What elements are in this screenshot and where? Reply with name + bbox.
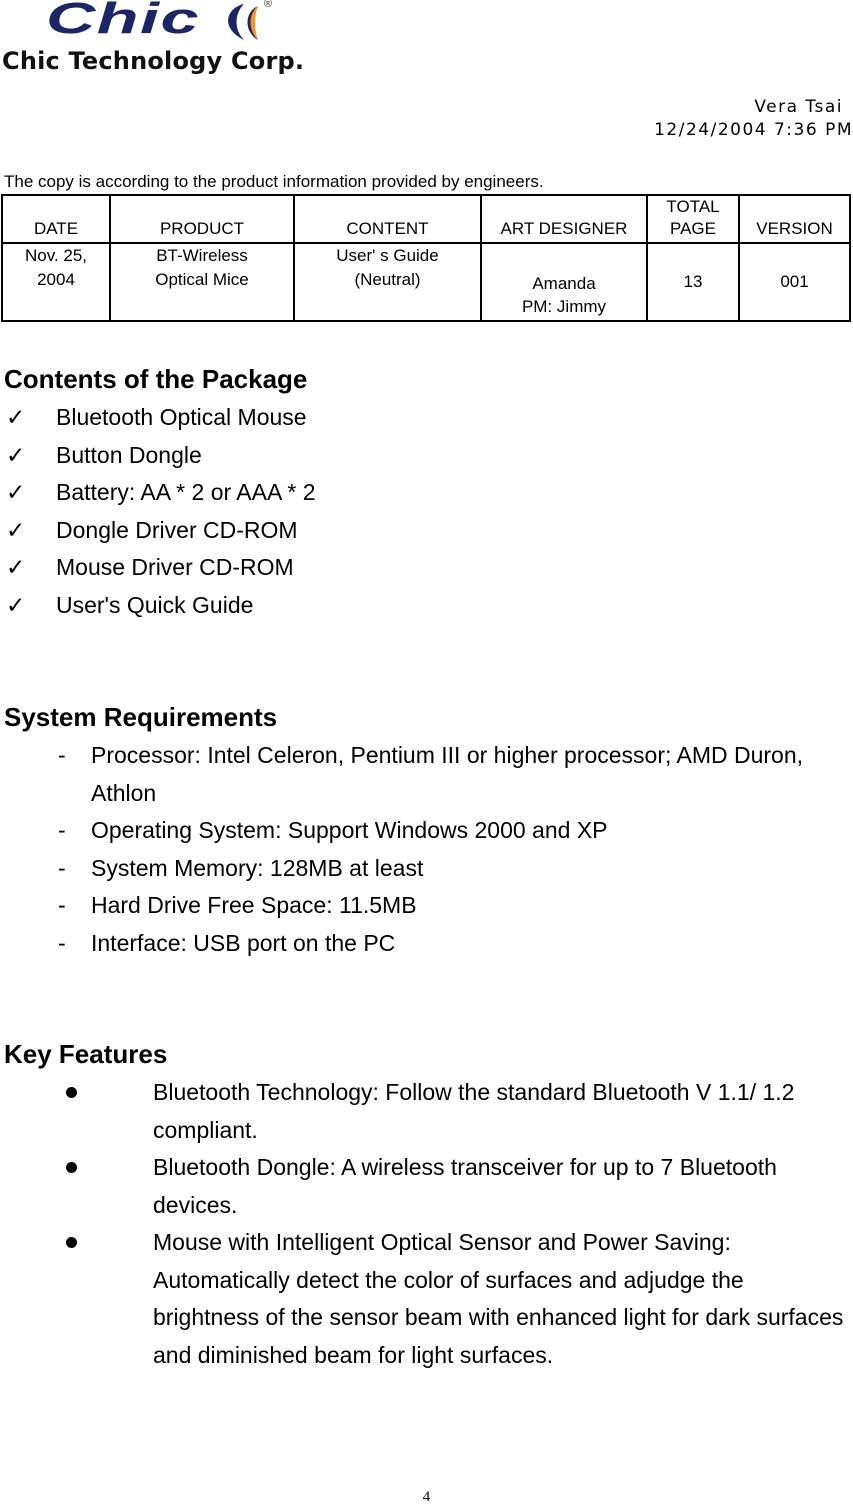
col-product: PRODUCT [109, 194, 295, 244]
list-item: Bluetooth Technology: Follow the standar… [0, 1074, 853, 1149]
item-text: System Memory: 128MB at least [91, 854, 424, 881]
author-name: Vera Tsai [754, 97, 843, 117]
content-line1: User' s Guide [336, 246, 439, 265]
item-text: Bluetooth Optical Mouse [56, 404, 307, 430]
list-item: - Processor: Intel Celeron, Pentium III o… [0, 737, 811, 812]
list-item: - System Memory: 128MB at least [0, 850, 811, 888]
section-title-requirements: System Requirements [4, 702, 278, 732]
product-line2: Optical Mice [155, 270, 249, 289]
item-text: Operating System: Support Windows 2000 a… [91, 817, 608, 843]
list-item: ✓ Dongle Driver CD-ROM [6, 512, 316, 550]
list-item: ✓ Button Dongle [6, 437, 316, 475]
cell-content: User' s Guide (Neutral) [293, 242, 482, 322]
check-icon: ✓ [6, 404, 26, 430]
bullet-dot-icon [66, 1087, 77, 1098]
dash-bullet: - [58, 929, 66, 956]
item-text: Processor: Intel Celeron, Pentium III or… [91, 742, 804, 806]
cell-product: BT-Wireless Optical Mice [109, 242, 295, 322]
cell-art-designer: Amanda PM: Jimmy [480, 242, 648, 322]
item-text: Battery: AA * 2 or AAA * 2 [56, 479, 316, 505]
copy-note: The copy is according to the product inf… [4, 172, 544, 191]
product-line1: BT-Wireless [156, 246, 248, 265]
list-item: - Operating System: Support Windows 2000 … [0, 812, 811, 850]
list-item: Bluetooth Dongle: A wireless transceiver… [0, 1149, 853, 1224]
total-page-value: 13 [683, 272, 703, 291]
package-list: ✓ Bluetooth Optical Mouse ✓ Button Dongle … [6, 399, 316, 624]
list-item: Mouse with Intelligent Optical Sensor an… [0, 1224, 853, 1374]
bullet-dot-icon [66, 1162, 77, 1173]
cell-version: 001 [738, 242, 851, 322]
section-title-package: Contents of the Package [4, 364, 308, 394]
bullet-dot-icon [66, 1237, 77, 1248]
check-icon: ✓ [6, 516, 26, 543]
date-line2: 2004 [37, 270, 75, 289]
check-icon: ✓ [6, 441, 26, 468]
col-total-line1: TOTAL [666, 197, 720, 216]
col-content: CONTENT [293, 194, 482, 244]
registered-mark: ® [264, 0, 273, 10]
dash-bullet: - [58, 892, 66, 918]
cell-total-page: 13 [646, 242, 740, 322]
list-item: - Hard Drive Free Space: 11.5MB [0, 887, 811, 925]
item-text: Dongle Driver CD-ROM [56, 516, 298, 543]
item-text: Mouse Driver CD-ROM [56, 554, 294, 580]
dash-bullet: - [58, 817, 66, 843]
list-item: ✓ Battery: AA * 2 or AAA * 2 [6, 474, 316, 512]
check-icon: ✓ [6, 479, 26, 505]
item-text: Button Dongle [56, 441, 202, 468]
item-text: Hard Drive Free Space: 11.5MB [91, 892, 417, 918]
requirements-list: - Processor: Intel Celeron, Pentium III o… [0, 737, 811, 962]
document-info-table: DATE PRODUCT CONTENT ART DESIGNER TOTAL … [1, 194, 851, 322]
dash-bullet: - [58, 742, 66, 768]
company-logo: Chic ® Chic Technology Corp. [0, 0, 330, 84]
check-icon: ✓ [6, 554, 26, 580]
logo-wordmark: Chic [46, 0, 201, 43]
list-item: ✓ Mouse Driver CD-ROM [6, 549, 316, 587]
company-name: Chic Technology Corp. [2, 47, 305, 75]
dash-bullet: - [58, 854, 66, 881]
section-title-features: Key Features [4, 1039, 168, 1069]
item-text: Interface: USB port on the PC [91, 929, 396, 956]
cell-date: Nov. 25, 2004 [1, 242, 111, 322]
list-item: ✓ User's Quick Guide [6, 587, 316, 625]
date-line1: Nov. 25, [24, 246, 88, 265]
page-number: 4 [422, 1489, 431, 1505]
item-text: Bluetooth Dongle: A wireless transceiver… [153, 1154, 777, 1218]
item-text: User's Quick Guide [56, 591, 254, 618]
col-total-page: TOTAL PAGE [646, 194, 740, 244]
col-total-line2: PAGE [670, 219, 716, 238]
table-row: Nov. 25, 2004 BT-Wireless Optical Mice U… [1, 242, 851, 322]
content-line2: (Neutral) [354, 270, 421, 289]
item-text: Bluetooth Technology: Follow the standar… [153, 1079, 795, 1143]
list-item: ✓ Bluetooth Optical Mouse [6, 399, 316, 437]
designer-line1: Amanda [532, 274, 596, 293]
designer-line2: PM: Jimmy [521, 297, 607, 316]
col-date: DATE [1, 194, 111, 244]
version-value: 001 [780, 272, 809, 291]
col-art-designer: ART DESIGNER [480, 194, 648, 244]
item-text: Mouse with Intelligent Optical Sensor an… [153, 1229, 844, 1368]
col-version: VERSION [738, 194, 851, 244]
timestamp: 12/24/2004 7:36 PM [654, 120, 853, 140]
features-list: Bluetooth Technology: Follow the standar… [0, 1074, 853, 1374]
check-icon: ✓ [6, 591, 26, 618]
list-item: - Interface: USB port on the PC [0, 925, 811, 963]
chic-crescent-icon [228, 4, 258, 40]
table-header-row: DATE PRODUCT CONTENT ART DESIGNER TOTAL … [1, 194, 851, 244]
